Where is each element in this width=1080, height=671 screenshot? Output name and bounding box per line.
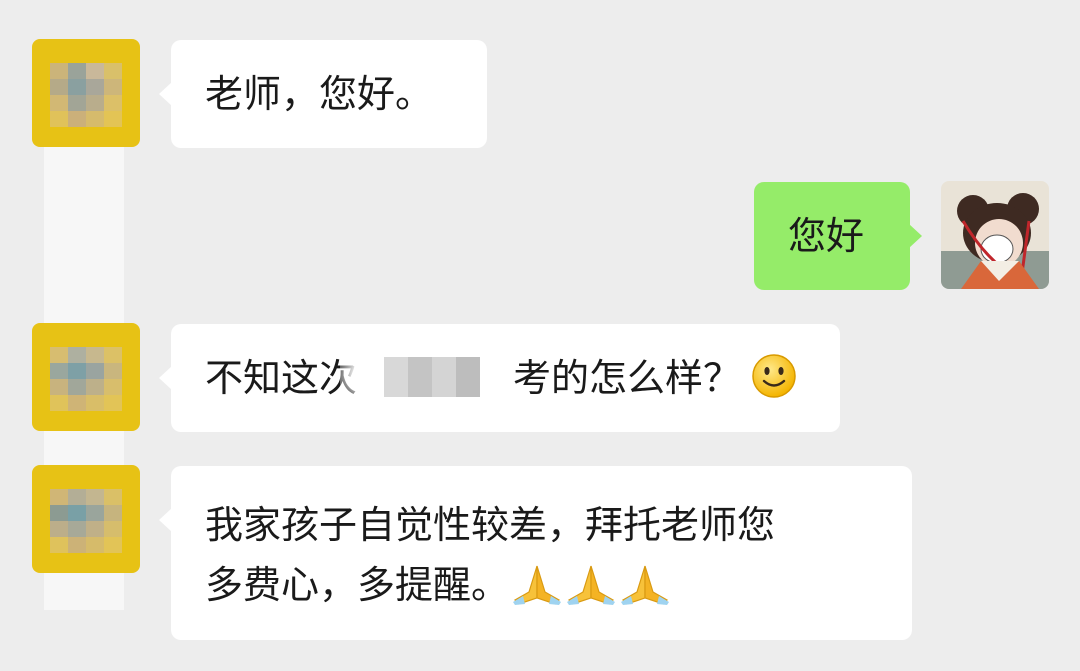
avatar-mosaic <box>50 489 122 553</box>
folded-hands-icon <box>621 565 670 605</box>
message-text: 多费心，多提醒。 <box>205 563 510 607</box>
message-text: 老师，您好。 <box>205 72 434 116</box>
message-text: 您好 <box>788 214 865 258</box>
message-bubble-outgoing[interactable]: 您好 <box>754 182 922 290</box>
contact-avatar[interactable] <box>32 39 140 147</box>
message-bubble-incoming[interactable]: 我家孩子自觉性较差，拜托老师您 多费心，多提醒。 <box>159 466 912 640</box>
folded-hands-icon <box>567 565 616 605</box>
slightly-smiling-face-icon <box>752 354 796 398</box>
contact-avatar[interactable] <box>32 465 140 573</box>
blur-artifact <box>44 430 124 470</box>
folded-hands-icon <box>513 565 562 605</box>
blur-artifact <box>44 570 124 610</box>
avatar-mosaic <box>50 347 122 411</box>
contact-avatar[interactable] <box>32 323 140 431</box>
message-bubble-incoming[interactable]: 不知这次 考的怎么样？ <box>159 324 840 432</box>
message-line-1: 我家孩子自觉性较差，拜托老师您 <box>205 503 776 547</box>
my-avatar[interactable] <box>941 181 1049 289</box>
message-text-after: 考的怎么样？ <box>513 356 742 400</box>
avatar-mosaic <box>50 63 122 127</box>
message-bubble-incoming[interactable]: 老师，您好。 <box>159 40 487 148</box>
avatar-illustration-icon <box>941 181 1049 289</box>
message-line-2: 多费心，多提醒。 <box>205 555 878 615</box>
blur-artifact <box>44 140 124 330</box>
privacy-blur-cells <box>384 357 480 397</box>
message-text-before: 不知这次 <box>205 356 358 400</box>
